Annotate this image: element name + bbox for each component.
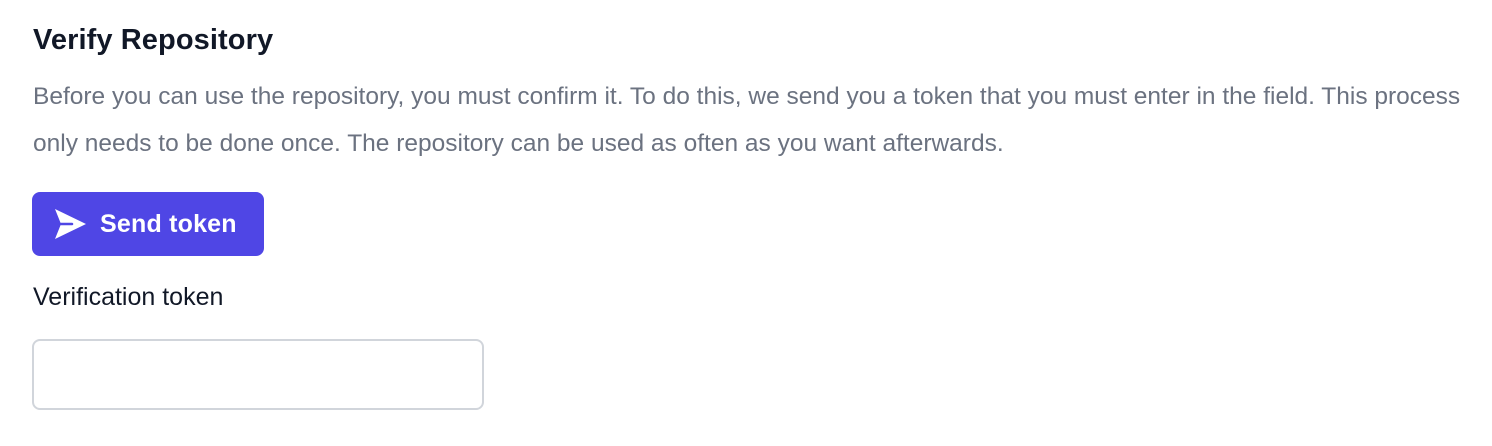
send-token-button[interactable]: Send token	[32, 192, 264, 256]
section-description: Before you can use the repository, you m…	[33, 83, 1461, 157]
send-token-label: Send token	[100, 209, 237, 238]
verification-token-label: Verification token	[33, 283, 224, 311]
paper-plane-icon	[52, 207, 88, 241]
section-title: Verify Repository	[33, 24, 274, 56]
verify-repository-panel: Verify Repository Before you can use the…	[0, 0, 1492, 446]
verification-token-input[interactable]	[32, 339, 484, 410]
